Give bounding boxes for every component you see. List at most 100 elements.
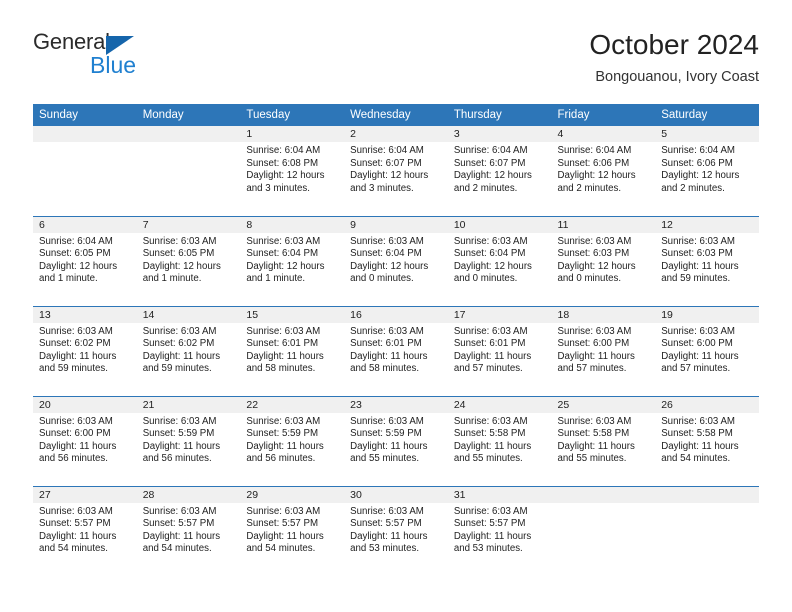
- day-sunrise-text: Sunrise: 6:03 AM: [661, 235, 735, 247]
- day-sun-info: Sunrise: 6:03 AM Sunset: 6:05 PM Daylight:…: [137, 233, 241, 286]
- day-daylight-line1-text: Daylight: 11 hours: [39, 350, 117, 362]
- calendar-day-cell[interactable]: 7 Sunrise: 6:03 AM Sunset: 6:05 PM Daylight…: [136, 215, 241, 306]
- day-daylight-line1-text: Daylight: 11 hours: [142, 530, 221, 542]
- day-number: 13: [33, 306, 137, 323]
- calendar-day-cell[interactable]: 10 Sunrise: 6:03 AM Sunset: 6:04 PM Dayligh…: [447, 215, 552, 306]
- day-sunrise-text: Sunrise: 6:03 AM: [557, 235, 632, 247]
- calendar-day-cell[interactable]: 25 Sunrise: 6:03 AM Sunset: 5:58 PM Dayligh…: [551, 395, 656, 486]
- calendar-day-cell[interactable]: 24 Sunrise: 6:03 AM Sunset: 5:58 PM Dayligh…: [447, 395, 552, 486]
- day-number: 24: [447, 396, 552, 413]
- day-sunrise-text: Sunrise: 6:03 AM: [246, 235, 321, 247]
- day-number: 21: [136, 396, 241, 413]
- day-sunrise-text: Sunrise: 6:03 AM: [350, 415, 424, 427]
- calendar-week-row: 20 Sunrise: 6:03 AM Sunset: 6:00 PM Dayligh…: [33, 395, 759, 486]
- day-cell-inner: [655, 486, 759, 577]
- calendar-day-cell[interactable]: 15 Sunrise: 6:03 AM Sunset: 6:01 PM Dayligh…: [240, 305, 345, 396]
- calendar-day-cell[interactable]: 6 Sunrise: 6:04 AM Sunset: 6:05 PM Daylight…: [33, 215, 137, 306]
- day-sunrise-text: Sunrise: 6:04 AM: [661, 145, 735, 156]
- calendar-day-cell[interactable]: 28 Sunrise: 6:03 AM Sunset: 5:57 PM Dayligh…: [136, 485, 241, 576]
- calendar-day-cell[interactable]: 16 Sunrise: 6:03 AM Sunset: 6:01 PM Dayligh…: [344, 305, 448, 396]
- day-sunset-text: Sunset: 6:06 PM: [661, 157, 733, 169]
- calendar-day-cell[interactable]: 1 Sunrise: 6:04 AM Sunset: 6:08 PM Daylight…: [240, 126, 345, 216]
- day-daylight-line1-text: Daylight: 11 hours: [557, 440, 635, 452]
- day-cell-inner: 26 Sunrise: 6:03 AM Sunset: 5:58 PM Dayligh…: [655, 396, 759, 486]
- day-cell-inner: 11 Sunrise: 6:03 AM Sunset: 6:03 PM Dayligh…: [551, 216, 656, 306]
- day-daylight-line1-text: Daylight: 11 hours: [246, 350, 324, 362]
- day-daylight-line1-text: Daylight: 11 hours: [246, 530, 324, 542]
- day-sun-info: Sunrise: 6:03 AM Sunset: 6:03 PM Daylight:…: [552, 233, 656, 286]
- day-daylight-line1-text: Daylight: 12 hours: [350, 260, 429, 272]
- calendar-day-cell[interactable]: 20 Sunrise: 6:03 AM Sunset: 6:00 PM Dayligh…: [33, 395, 137, 486]
- day-sunrise-text: Sunrise: 6:03 AM: [661, 325, 735, 337]
- calendar-day-cell[interactable]: 29 Sunrise: 6:03 AM Sunset: 5:57 PM Dayligh…: [240, 485, 345, 577]
- calendar-day-cell[interactable]: 2 Sunrise: 6:04 AM Sunset: 6:07 PM Daylight…: [344, 126, 448, 216]
- calendar-day-cell[interactable]: 4 Sunrise: 6:04 AM Sunset: 6:06 PM Daylight…: [551, 126, 656, 216]
- day-daylight-line2-text: and 59 minutes.: [661, 273, 731, 285]
- calendar-day-cell[interactable]: 17 Sunrise: 6:03 AM Sunset: 6:01 PM Dayligh…: [447, 305, 552, 396]
- day-number: 11: [551, 216, 656, 233]
- day-daylight-line1-text: Daylight: 11 hours: [453, 530, 532, 542]
- calendar-day-cell[interactable]: 18 Sunrise: 6:03 AM Sunset: 6:00 PM Dayligh…: [551, 305, 656, 396]
- day-sunrise-text: Sunrise: 6:04 AM: [557, 145, 632, 156]
- day-daylight-line1-text: Daylight: 12 hours: [246, 260, 325, 272]
- page-header: General Blue October 2024 Bongouanou, Iv…: [33, 28, 759, 98]
- day-sun-info: Sunrise: 6:03 AM Sunset: 6:04 PM Daylight:…: [344, 233, 448, 286]
- calendar-day-cell[interactable]: 23 Sunrise: 6:03 AM Sunset: 5:59 PM Dayligh…: [344, 395, 448, 486]
- calendar-page: General Blue October 2024 Bongouanou, Iv…: [0, 0, 792, 612]
- day-number: 4: [551, 126, 656, 142]
- day-number: 15: [240, 306, 345, 323]
- day-cell-inner: 23 Sunrise: 6:03 AM Sunset: 5:59 PM Dayligh…: [344, 396, 448, 486]
- day-sun-info: Sunrise: 6:03 AM Sunset: 6:01 PM Daylight:…: [448, 323, 552, 376]
- day-cell-inner: 12 Sunrise: 6:03 AM Sunset: 6:03 PM Dayligh…: [655, 216, 759, 306]
- day-daylight-line2-text: and 56 minutes.: [246, 453, 316, 465]
- day-cell-inner: 6 Sunrise: 6:04 AM Sunset: 6:05 PM Daylight…: [33, 216, 137, 306]
- day-cell-inner: 13 Sunrise: 6:03 AM Sunset: 6:02 PM Dayligh…: [33, 306, 137, 396]
- calendar-day-cell[interactable]: 27 Sunrise: 6:03 AM Sunset: 5:57 PM Dayligh…: [33, 485, 137, 576]
- day-sun-info: Sunrise: 6:03 AM Sunset: 6:03 PM Daylight:…: [655, 233, 759, 286]
- day-daylight-line1-text: Daylight: 11 hours: [661, 440, 739, 452]
- calendar-day-cell[interactable]: 9 Sunrise: 6:03 AM Sunset: 6:04 PM Daylight…: [344, 215, 448, 306]
- day-sun-info: Sunrise: 6:03 AM Sunset: 5:57 PM Daylight:…: [344, 503, 448, 556]
- calendar-day-cell[interactable]: 11 Sunrise: 6:03 AM Sunset: 6:03 PM Dayligh…: [551, 215, 656, 306]
- day-sun-info: Sunrise: 6:03 AM Sunset: 6:00 PM Daylight:…: [655, 323, 759, 376]
- day-cell-inner: 30 Sunrise: 6:03 AM Sunset: 5:57 PM Dayligh…: [344, 486, 448, 577]
- day-number: 3: [447, 126, 552, 142]
- calendar-day-cell[interactable]: 12 Sunrise: 6:03 AM Sunset: 6:03 PM Dayligh…: [655, 215, 759, 306]
- day-sunset-text: Sunset: 5:59 PM: [350, 428, 422, 440]
- calendar-day-cell[interactable]: 14 Sunrise: 6:03 AM Sunset: 6:02 PM Dayligh…: [136, 305, 241, 396]
- day-sunrise-text: Sunrise: 6:03 AM: [142, 235, 217, 247]
- calendar-day-cell-empty: [136, 126, 241, 216]
- day-cell-inner: [551, 486, 656, 577]
- day-sunrise-text: Sunrise: 6:03 AM: [142, 325, 217, 337]
- day-daylight-line1-text: Daylight: 11 hours: [350, 530, 428, 542]
- day-cell-inner: 16 Sunrise: 6:03 AM Sunset: 6:01 PM Dayligh…: [344, 306, 448, 396]
- day-number: 30: [344, 486, 448, 503]
- calendar-day-cell[interactable]: 26 Sunrise: 6:03 AM Sunset: 5:58 PM Dayligh…: [655, 395, 759, 486]
- day-sunset-text: Sunset: 5:58 PM: [557, 428, 630, 440]
- day-daylight-line2-text: and 55 minutes.: [453, 453, 523, 465]
- day-sunset-text: Sunset: 6:00 PM: [557, 338, 630, 350]
- day-cell-inner: 29 Sunrise: 6:03 AM Sunset: 5:57 PM Dayligh…: [240, 486, 345, 577]
- calendar-day-cell[interactable]: 3 Sunrise: 6:04 AM Sunset: 6:07 PM Daylight…: [447, 126, 552, 216]
- day-sun-info: Sunrise: 6:03 AM Sunset: 6:01 PM Daylight:…: [344, 323, 448, 376]
- day-daylight-line1-text: Daylight: 11 hours: [453, 440, 532, 452]
- calendar-day-cell[interactable]: 31 Sunrise: 6:03 AM Sunset: 5:57 PM Dayligh…: [447, 485, 552, 576]
- day-daylight-line2-text: and 59 minutes.: [39, 363, 108, 375]
- calendar-day-cell[interactable]: 8 Sunrise: 6:03 AM Sunset: 6:04 PM Daylight…: [240, 215, 345, 306]
- day-daylight-line1-text: Daylight: 12 hours: [142, 260, 221, 272]
- day-daylight-line2-text: and 54 minutes.: [246, 543, 316, 555]
- day-sun-info: Sunrise: 6:03 AM Sunset: 5:59 PM Daylight:…: [344, 413, 448, 466]
- calendar-day-cell[interactable]: 22 Sunrise: 6:03 AM Sunset: 5:59 PM Dayligh…: [240, 395, 345, 486]
- day-daylight-line1-text: Daylight: 11 hours: [350, 440, 428, 452]
- day-daylight-line1-text: Daylight: 11 hours: [142, 350, 221, 362]
- calendar-day-cell[interactable]: 21 Sunrise: 6:03 AM Sunset: 5:59 PM Dayligh…: [136, 395, 241, 486]
- calendar-day-cell[interactable]: 13 Sunrise: 6:03 AM Sunset: 6:02 PM Dayligh…: [33, 305, 137, 396]
- day-sunrise-text: Sunrise: 6:03 AM: [142, 505, 217, 517]
- day-number: 14: [136, 306, 241, 323]
- general-blue-logo[interactable]: General Blue: [33, 30, 153, 82]
- day-number: 26: [655, 396, 759, 413]
- calendar-day-cell[interactable]: 5 Sunrise: 6:04 AM Sunset: 6:06 PM Daylight…: [655, 126, 759, 216]
- weekday-header-thursday: Thursday: [447, 104, 552, 126]
- calendar-day-cell[interactable]: 30 Sunrise: 6:03 AM Sunset: 5:57 PM Dayligh…: [344, 485, 448, 577]
- calendar-day-cell[interactable]: 19 Sunrise: 6:03 AM Sunset: 6:00 PM Dayligh…: [655, 305, 759, 396]
